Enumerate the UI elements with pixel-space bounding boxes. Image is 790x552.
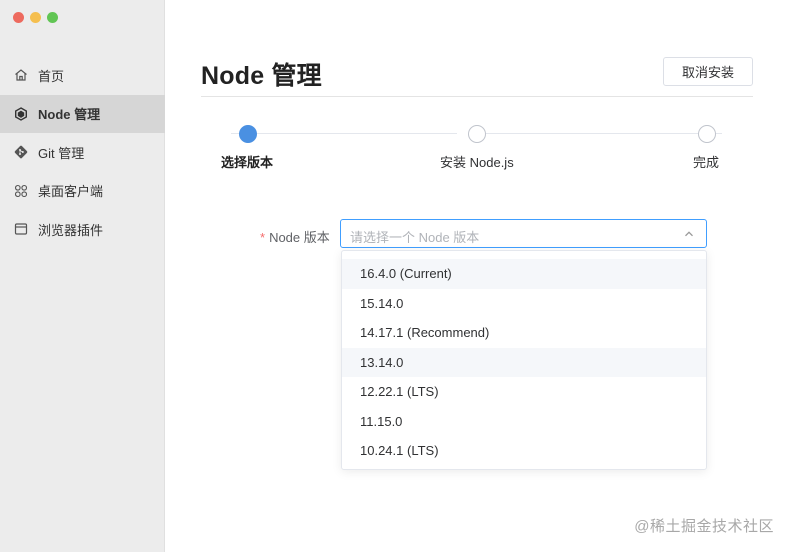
sidebar-nav: 首页 Node 管理 Git 管理 桌面客户端 浏览器插件 — [0, 56, 165, 249]
step-connector — [716, 133, 722, 134]
version-dropdown: 16.4.0 (Current) 15.14.0 14.17.1 (Recomm… — [341, 250, 707, 470]
chevron-up-icon — [682, 227, 696, 241]
page-title: Node 管理 — [201, 62, 322, 90]
cancel-install-button[interactable]: 取消安装 — [663, 57, 753, 86]
node-version-label-text: Node 版本 — [269, 230, 330, 245]
node-version-label: * Node 版本 — [260, 227, 330, 246]
step-1-indicator — [239, 125, 257, 143]
dropdown-option[interactable]: 16.4.0 (Current) — [342, 259, 706, 289]
dropdown-option[interactable]: 15.14.0 — [342, 289, 706, 319]
sidebar-item-label: 首页 — [38, 68, 65, 84]
sidebar-item-label: Node 管理 — [38, 107, 101, 122]
step-2-indicator — [468, 125, 486, 143]
select-placeholder: 请选择一个 Node 版本 — [350, 230, 480, 245]
sidebar-item-label: Git 管理 — [38, 145, 85, 161]
zoom-window-button[interactable] — [47, 12, 58, 23]
sidebar-item-label: 浏览器插件 — [38, 222, 104, 238]
step-connector — [486, 133, 707, 134]
git-icon — [14, 145, 28, 159]
sidebar-item-node[interactable]: Node 管理 — [0, 94, 165, 133]
step-3-label: 完成 — [693, 155, 720, 170]
required-mark: * — [260, 230, 266, 245]
minimize-window-button[interactable] — [30, 12, 41, 23]
sidebar-item-home[interactable]: 首页 — [0, 56, 165, 94]
step-1-label: 选择版本 — [221, 155, 274, 170]
step-connector — [231, 133, 457, 134]
dropdown-option[interactable]: 11.15.0 — [342, 407, 706, 437]
sidebar-item-git[interactable]: Git 管理 — [0, 133, 165, 171]
header-divider — [201, 96, 753, 97]
install-steps: 选择版本 安装 Node.js 完成 — [201, 118, 761, 178]
node-hexagon-icon — [14, 106, 28, 121]
step-3-indicator — [698, 125, 716, 143]
dropdown-option[interactable]: 14.17.1 (Recommend) — [342, 318, 706, 348]
node-version-select[interactable]: 请选择一个 Node 版本 — [340, 219, 707, 248]
browser-window-icon — [14, 222, 28, 236]
close-window-button[interactable] — [13, 12, 24, 23]
window-controls — [13, 12, 58, 23]
app-window: 首页 Node 管理 Git 管理 桌面客户端 浏览器插件 Node 管理 取消… — [0, 0, 790, 552]
grid-apps-icon — [14, 184, 28, 198]
watermark: @稀土掘金技术社区 — [634, 518, 774, 535]
sidebar: 首页 Node 管理 Git 管理 桌面客户端 浏览器插件 — [0, 0, 165, 552]
sidebar-item-label: 桌面客户端 — [38, 184, 104, 199]
main-content: Node 管理 取消安装 选择版本 安装 Node.js 完成 * Node 版本… — [165, 0, 790, 552]
sidebar-item-desktop-client[interactable]: 桌面客户端 — [0, 172, 165, 210]
step-2-label: 安装 Node.js — [440, 155, 514, 170]
dropdown-option[interactable]: 12.22.1 (LTS) — [342, 377, 706, 407]
dropdown-option[interactable]: 13.14.0 — [342, 347, 706, 377]
dropdown-option[interactable]: 10.24.1 (LTS) — [342, 436, 706, 466]
home-icon — [14, 68, 28, 82]
sidebar-item-browser-extension[interactable]: 浏览器插件 — [0, 210, 165, 248]
